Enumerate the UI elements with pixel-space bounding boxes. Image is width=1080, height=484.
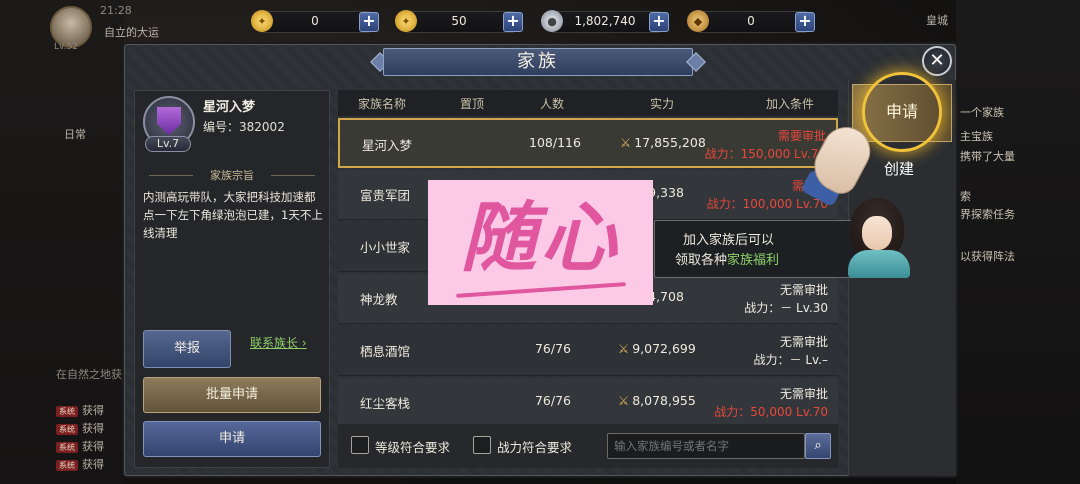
- row-name: 神龙教: [360, 292, 398, 307]
- clock-text: 21:28: [100, 4, 132, 17]
- region-label: 皇城: [926, 14, 948, 27]
- sword-icon: ⚔: [618, 393, 630, 408]
- family-search-input[interactable]: [607, 433, 805, 459]
- game-screen: { "background": { "time": "21:28", "regi…: [0, 0, 1080, 484]
- currency-token-value: 0: [747, 14, 755, 28]
- col-pin-header: 置顶: [460, 97, 485, 111]
- quest-line: 界探索任务: [960, 208, 1015, 221]
- overlay-text: 随心: [460, 193, 621, 282]
- currency-token: ◆ 0 +: [687, 10, 815, 33]
- apply-button[interactable]: 申请: [143, 421, 321, 457]
- quest-line: 索: [960, 190, 971, 203]
- row-name: 富贵军团: [360, 188, 411, 203]
- row-requirement: 战力：100,000 Lv.70: [706, 197, 828, 211]
- row-name: 小小世家: [360, 240, 411, 255]
- tab-create[interactable]: 创建: [884, 158, 914, 179]
- row-count: 76/76: [534, 341, 572, 356]
- family-name: 星河入梦: [203, 100, 256, 115]
- row-requirement: 战力：150,000 Lv.70: [704, 147, 826, 161]
- table-header: 家族名称 置顶 人数 实力 加入条件: [338, 90, 838, 116]
- background-right-hud: [956, 0, 1080, 484]
- gold-lock-coin-icon: ✦: [395, 10, 417, 32]
- row-approval: 需要审批: [777, 129, 826, 143]
- chat-line: 系统 获得: [56, 402, 104, 418]
- level-match-label: 等级符合要求: [375, 440, 451, 455]
- row-power: ⚔ 17,855,208: [620, 135, 706, 150]
- row-approval: 无需审批: [779, 283, 828, 297]
- family-id: 编号：382002: [203, 120, 285, 134]
- player-title-text: 自立的大运: [104, 26, 159, 39]
- level-match-checkbox[interactable]: [351, 436, 369, 454]
- sword-icon: ⚔: [618, 341, 630, 356]
- sword-icon: ⚔: [620, 135, 632, 150]
- gold-coin-icon: ✦: [251, 10, 273, 32]
- col-name-header: 家族名称: [358, 97, 407, 111]
- currency-silver-value: 1,802,740: [574, 14, 636, 28]
- add-bound-gold-button[interactable]: +: [503, 12, 523, 32]
- chat-title: 在自然之地获: [56, 368, 122, 381]
- quest-line: 携带了大量: [960, 150, 1015, 163]
- guide-tooltip: 加入家族后可以 领取各种家族福利: [654, 220, 866, 278]
- col-power-header: 实力: [650, 97, 675, 111]
- currency-gold: ✦ 0 +: [251, 10, 379, 33]
- honor-token-icon: ◆: [687, 10, 709, 32]
- chat-line: 系统 获得: [56, 420, 104, 436]
- row-count: 108/116: [529, 135, 581, 150]
- row-count: 76/76: [534, 393, 572, 408]
- row-approval: 无需审批: [779, 387, 828, 401]
- row-requirement: 战力：－ Lv.–: [753, 353, 829, 367]
- report-button[interactable]: 举报: [143, 330, 231, 368]
- row-requirement: 战力：－ Lv.30: [744, 301, 828, 315]
- currency-silver: ● 1,802,740 +: [541, 10, 669, 33]
- power-match-label: 战力符合要求: [497, 440, 573, 455]
- guide-character-portrait: [842, 194, 916, 280]
- row-power: ⚔ 9,072,699: [618, 341, 696, 356]
- quest-line: 一个家族: [960, 106, 1004, 119]
- tab-apply-label[interactable]: 申请: [862, 98, 942, 122]
- contact-leader-link[interactable]: 联系族长: [250, 334, 307, 351]
- row-requirement: 战力：50,000 Lv.70: [714, 405, 828, 419]
- close-button[interactable]: ✕: [922, 46, 952, 76]
- col-condition-header: 加入条件: [766, 97, 815, 111]
- col-count-header: 人数: [540, 97, 565, 111]
- table-row[interactable]: 星河入梦 108/116 ⚔ 17,855,208 需要审批 战力：150,000…: [338, 118, 838, 168]
- currency-bound-gold: ✦ 50 +: [395, 10, 523, 33]
- search-icon[interactable]: ⌕: [805, 433, 831, 459]
- quest-line: 以获得阵法: [960, 250, 1015, 263]
- add-gold-button[interactable]: +: [359, 12, 379, 32]
- motto-header: 家族宗旨: [143, 167, 321, 183]
- tooltip-line-2: 领取各种家族福利: [675, 253, 780, 268]
- row-name: 星河入梦: [362, 138, 413, 153]
- row-name: 红尘客栈: [360, 396, 411, 411]
- daily-label[interactable]: 日常: [64, 126, 86, 142]
- power-match-checkbox[interactable]: [473, 436, 491, 454]
- row-name: 栖息酒馆: [360, 344, 411, 359]
- family-motto: 内测高玩带队，大家把科技加速都点一下左下角绿泡泡已建，1天不上线清理: [143, 190, 323, 240]
- table-row[interactable]: 栖息酒馆 76/76 ⚔ 9,072,699 无需审批 战力：－ Lv.–: [338, 326, 838, 376]
- chat-line: 系统 获得: [56, 456, 104, 472]
- add-silver-button[interactable]: +: [649, 12, 669, 32]
- tooltip-line-1: 加入家族后可以: [683, 233, 775, 248]
- panel-title: 家族: [383, 48, 693, 76]
- quest-line: 主宝族: [960, 130, 993, 143]
- batch-apply-button[interactable]: 批量申请: [143, 377, 321, 413]
- family-level-badge: Lv.7: [145, 136, 191, 152]
- table-row[interactable]: 红尘客栈 76/76 ⚔ 8,078,955 无需审批 战力：50,000 Lv.…: [338, 378, 838, 428]
- currency-gold-value: 0: [311, 14, 319, 28]
- add-token-button[interactable]: +: [795, 12, 815, 32]
- silver-coin-icon: ●: [541, 10, 563, 32]
- player-level-text: Lv.52: [54, 42, 78, 52]
- currency-bound-gold-value: 50: [451, 14, 467, 28]
- row-approval: 无需审批: [779, 335, 828, 349]
- row-power: ⚔ 8,078,955: [618, 393, 696, 408]
- chat-line: 系统 获得: [56, 438, 104, 454]
